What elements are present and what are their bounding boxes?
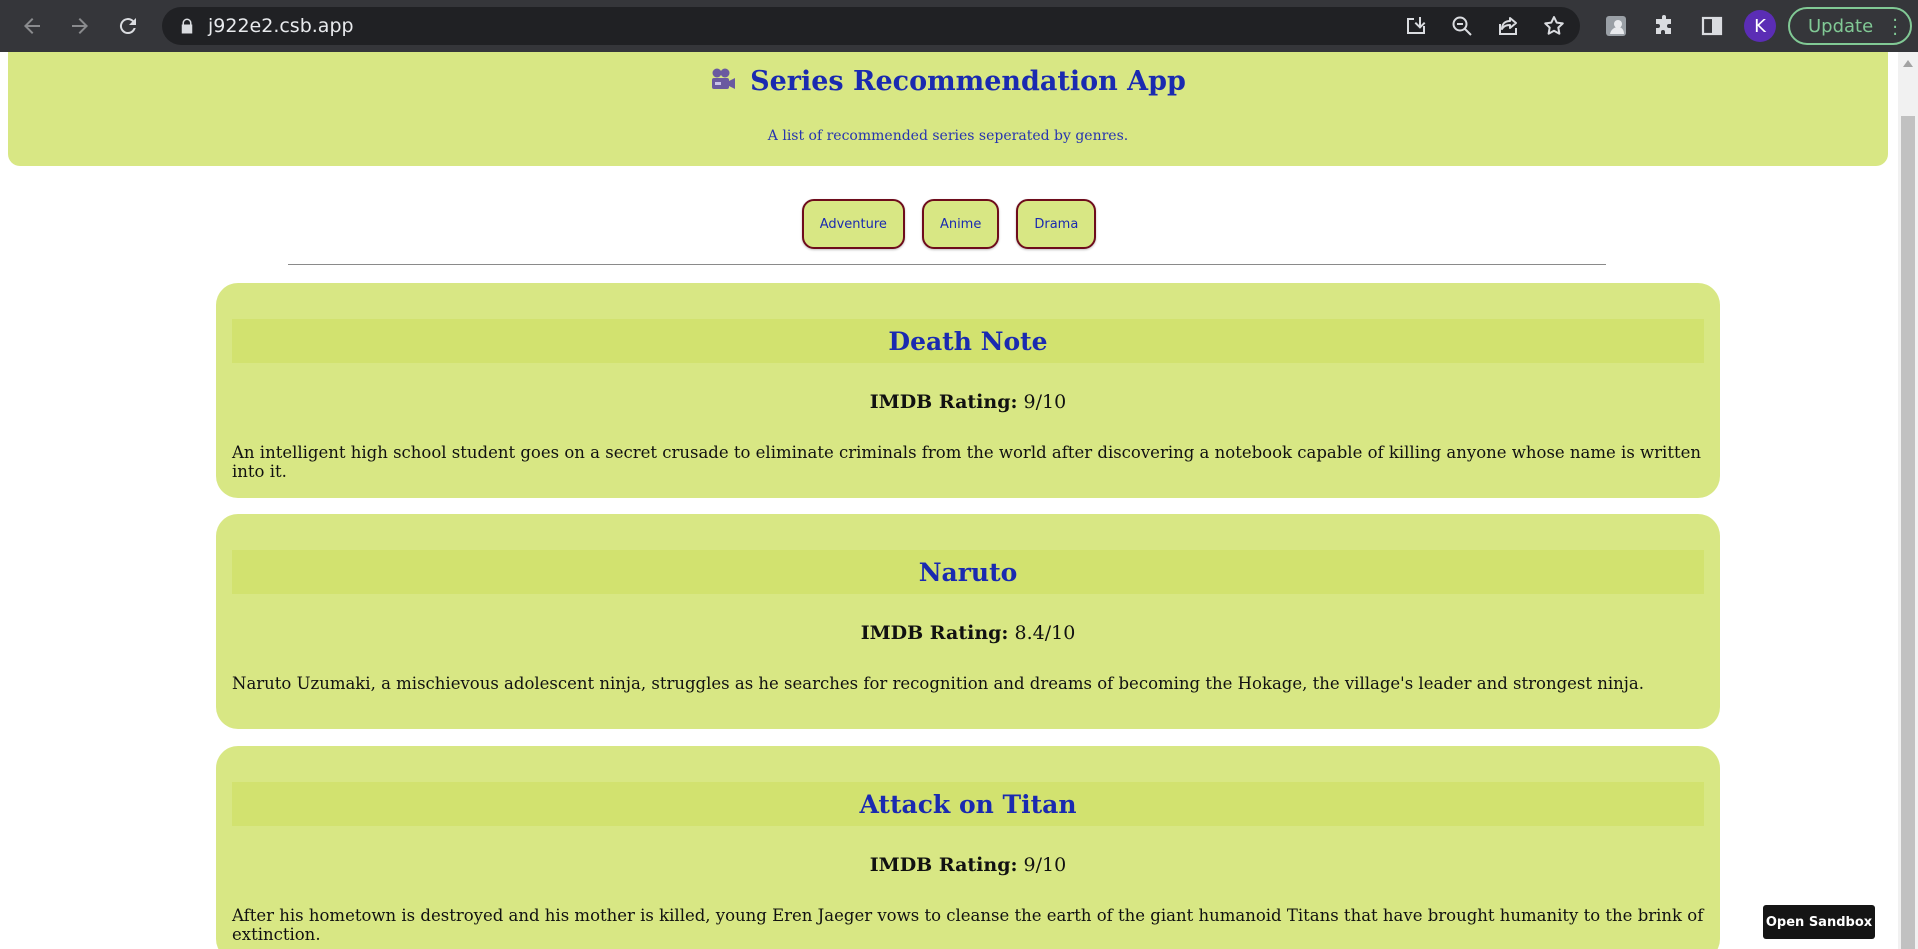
series-title: Attack on Titan bbox=[859, 789, 1077, 819]
reload-icon bbox=[119, 18, 136, 35]
more-menu-icon[interactable]: · · · bbox=[1892, 12, 1898, 44]
genre-button-drama[interactable]: Drama bbox=[1016, 199, 1097, 249]
series-title-bar: Attack on Titan bbox=[232, 782, 1704, 826]
series-card: Death Note IMDB Rating: 9/10 An intellig… bbox=[216, 283, 1720, 498]
genre-button-adventure[interactable]: Adventure bbox=[801, 199, 905, 249]
series-title: Death Note bbox=[888, 326, 1048, 356]
lock-icon bbox=[181, 18, 193, 34]
movie-camera-icon bbox=[710, 67, 736, 98]
series-title-bar: Death Note bbox=[232, 319, 1704, 363]
page-subtitle: A list of recommended series seperated b… bbox=[767, 128, 1129, 144]
url-text: j922e2.csb.app bbox=[208, 15, 354, 37]
app-header: Series Recommendation App A list of reco… bbox=[8, 52, 1888, 166]
side-panel-button[interactable] bbox=[1692, 6, 1732, 46]
zoom-out-icon[interactable] bbox=[1450, 14, 1474, 38]
share-icon[interactable] bbox=[1496, 14, 1520, 38]
open-sandbox-button[interactable]: Open Sandbox bbox=[1763, 905, 1875, 939]
side-panel-icon bbox=[1701, 16, 1723, 36]
extensions-button[interactable] bbox=[1644, 6, 1684, 46]
series-title-bar: Naruto bbox=[232, 550, 1704, 594]
series-rating: IMDB Rating: 9/10 bbox=[869, 854, 1067, 876]
page-title: Series Recommendation App bbox=[8, 66, 1888, 98]
puzzle-icon bbox=[1656, 15, 1671, 34]
page-scrollbar[interactable] bbox=[1898, 52, 1918, 949]
genre-buttons: Adventure Anime Drama bbox=[0, 199, 1898, 249]
series-description: After his hometown is destroyed and his … bbox=[232, 906, 1704, 944]
address-bar[interactable]: j922e2.csb.app bbox=[162, 7, 1580, 45]
series-description: Naruto Uzumaki, a mischievous adolescent… bbox=[232, 674, 1644, 693]
series-title: Naruto bbox=[918, 557, 1018, 587]
install-icon[interactable] bbox=[1404, 14, 1428, 38]
genre-button-anime[interactable]: Anime bbox=[921, 199, 1000, 249]
back-button[interactable] bbox=[12, 6, 52, 46]
scrollbar-thumb[interactable] bbox=[1901, 116, 1915, 949]
profile-avatar[interactable]: K bbox=[1744, 10, 1776, 42]
bookmark-star-icon[interactable] bbox=[1542, 14, 1566, 38]
back-arrow-icon bbox=[24, 18, 40, 34]
series-rating: IMDB Rating: 9/10 bbox=[869, 391, 1067, 413]
forward-button[interactable] bbox=[60, 6, 100, 46]
reload-button[interactable] bbox=[108, 6, 148, 46]
page-viewport: Series Recommendation App A list of reco… bbox=[0, 52, 1898, 949]
page-title-text: Series Recommendation App bbox=[750, 66, 1186, 97]
series-rating: IMDB Rating: 8.4/10 bbox=[860, 622, 1076, 644]
update-button[interactable]: Update · · · bbox=[1788, 7, 1912, 45]
divider bbox=[288, 264, 1606, 265]
extension-image-button[interactable] bbox=[1596, 6, 1636, 46]
extension-image-icon bbox=[1606, 16, 1626, 36]
series-card: Naruto IMDB Rating: 8.4/10 Naruto Uzumak… bbox=[216, 514, 1720, 729]
update-label: Update bbox=[1808, 15, 1874, 37]
series-description: An intelligent high school student goes … bbox=[232, 443, 1701, 481]
scroll-up-arrow-icon[interactable] bbox=[1903, 60, 1913, 67]
series-card: Attack on Titan IMDB Rating: 9/10 After … bbox=[216, 746, 1720, 949]
forward-arrow-icon bbox=[72, 18, 88, 34]
browser-toolbar: j922e2.csb.app K Update · · · bbox=[0, 0, 1918, 52]
